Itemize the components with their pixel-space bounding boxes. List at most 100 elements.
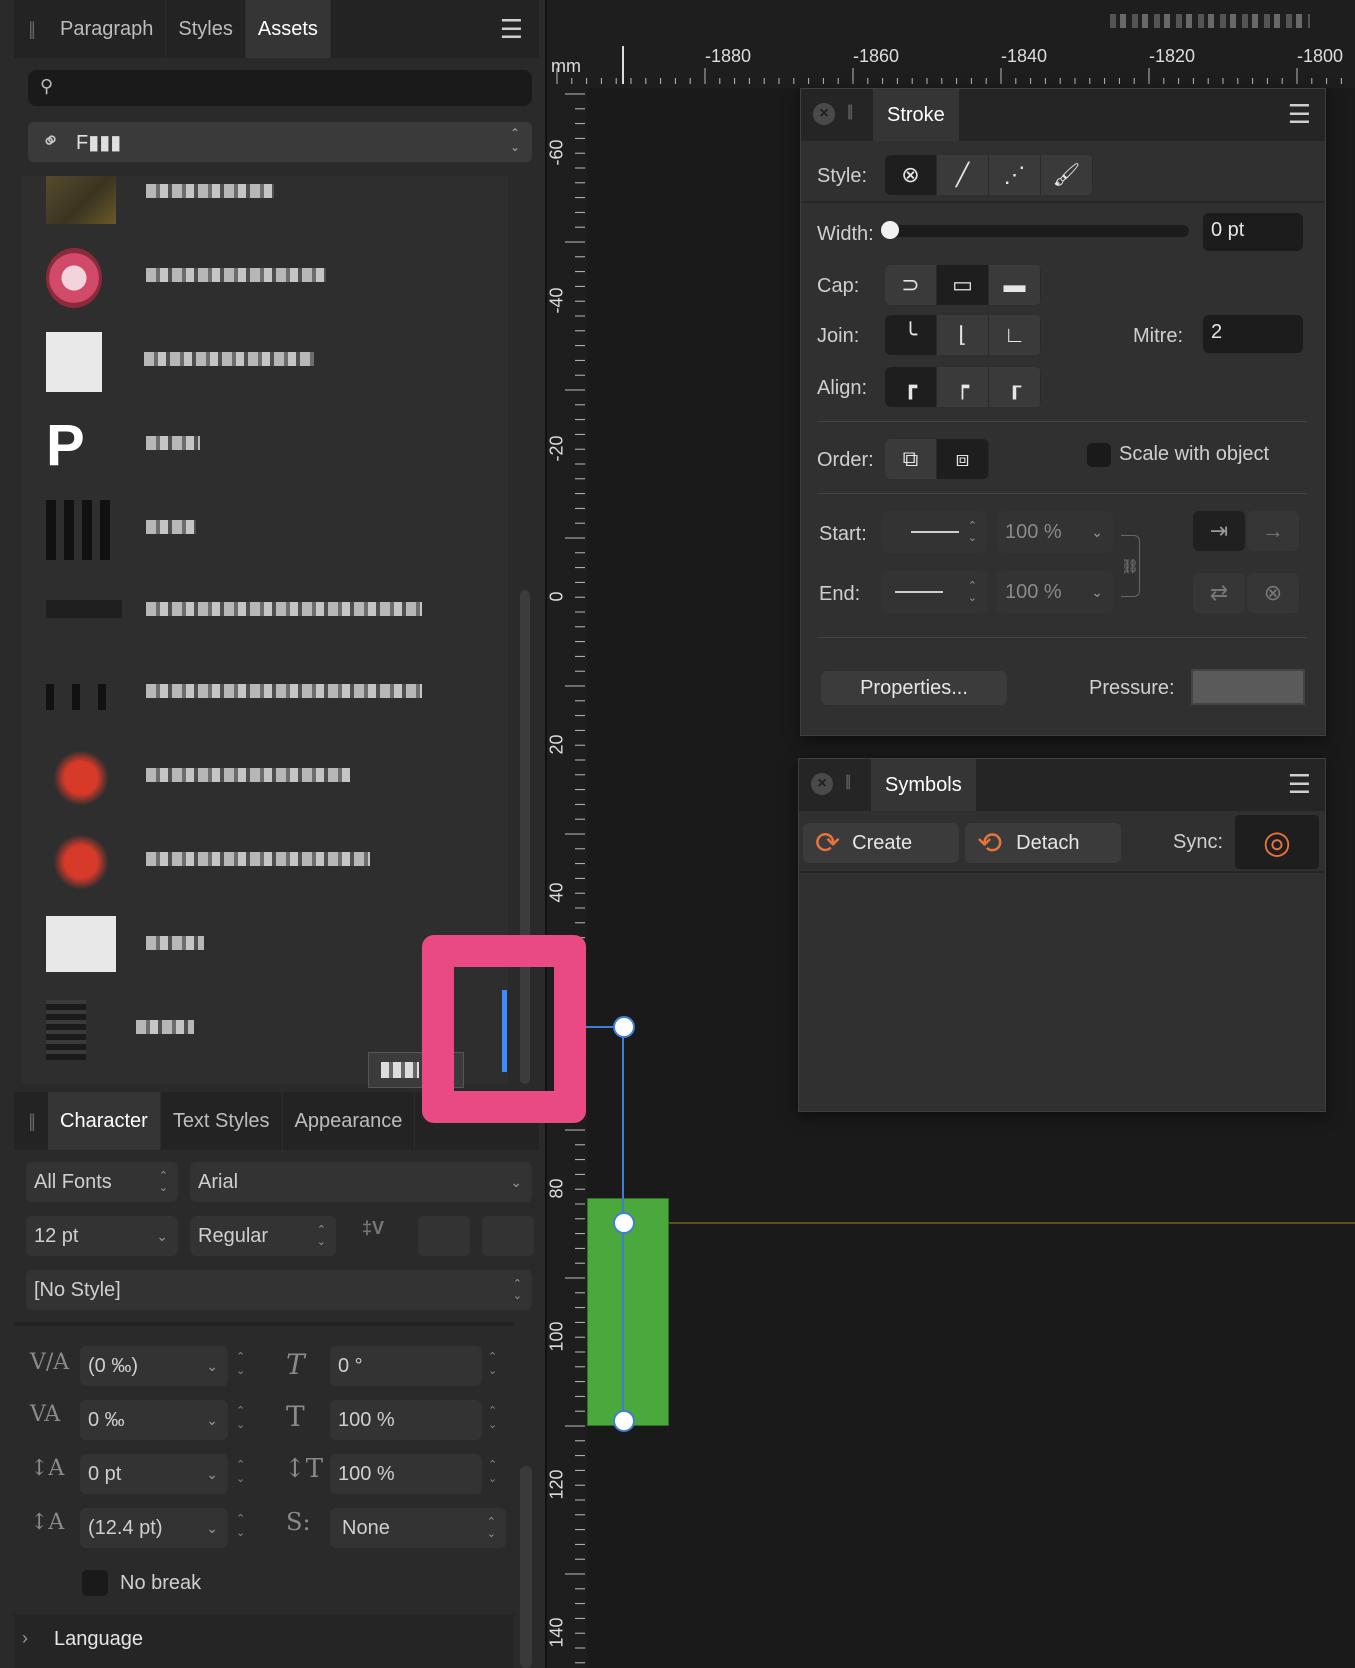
stroke-behind-icon[interactable]: ⧉ — [885, 439, 937, 479]
start-scale-value: 100 % — [1005, 520, 1062, 543]
panel-menu-icon[interactable]: ☰ — [1288, 99, 1311, 130]
close-icon[interactable]: × — [813, 103, 835, 125]
butt-cap-icon[interactable]: ▭ — [937, 265, 989, 305]
horizontal-scale-icon: ↕T — [284, 1454, 324, 1484]
properties-button[interactable]: Properties... — [821, 671, 1007, 705]
tab-appearance[interactable]: Appearance — [283, 1092, 416, 1150]
panel-grip-icon[interactable]: || — [845, 773, 851, 791]
swap-arrowheads-icon[interactable]: ⇄ — [1193, 573, 1245, 613]
stroke-front-icon[interactable]: ⧈ — [937, 439, 989, 479]
panel-grip-icon[interactable]: || — [847, 103, 853, 121]
path-node-handle[interactable] — [613, 1410, 635, 1432]
width-field[interactable]: 0 pt — [1203, 213, 1303, 251]
panel-menu-icon[interactable]: ☰ — [1288, 769, 1311, 800]
no-break-label: No break — [120, 1572, 202, 1594]
scale-with-object-checkbox[interactable] — [1087, 443, 1111, 467]
kerning-field[interactable]: (0 ‰) ⌄ — [80, 1346, 228, 1386]
stepper-icon[interactable]: ⌃ ⌄ — [488, 1458, 497, 1486]
ruler-tick-label: -1840 — [1001, 46, 1048, 66]
asset-thumbnail — [46, 748, 116, 808]
tab-paragraph[interactable]: Paragraph — [48, 0, 167, 58]
text-style-select[interactable]: None ⌃ ⌄ — [330, 1508, 506, 1548]
tracking-field[interactable]: 0 ‰ ⌄ — [80, 1400, 228, 1440]
stepper-icon: ⌃ ⌄ — [158, 1170, 168, 1194]
language-section-header[interactable]: › Language — [14, 1614, 514, 1668]
font-size-field[interactable]: 12 pt ⌄ — [26, 1216, 178, 1256]
symbols-panel-tabbar: × || Symbols ☰ — [799, 759, 1325, 811]
brush-icon[interactable]: 🖌 — [1041, 155, 1093, 195]
solid-line-icon[interactable]: ╱ — [937, 155, 989, 195]
mitre-join-icon[interactable]: ∟ — [989, 315, 1041, 355]
end-arrowhead-select[interactable]: ⌃ ⌄ — [881, 571, 987, 613]
stepper-icon[interactable]: ⌃ ⌄ — [236, 1404, 245, 1432]
panel-grip-icon[interactable]: || — [14, 1092, 48, 1150]
kerning-value: (0 ‰) — [88, 1354, 138, 1377]
optical-kerning-icon[interactable]: ‡V — [362, 1218, 396, 1254]
tab-symbols[interactable]: Symbols — [871, 759, 976, 811]
path-node-handle[interactable] — [613, 1016, 635, 1038]
tab-stroke[interactable]: Stroke — [873, 89, 959, 141]
link-scale-icon[interactable]: ⛓ — [1121, 535, 1140, 597]
horizontal-scale-field[interactable]: 100 % — [330, 1454, 482, 1494]
asset-thumbnail — [46, 248, 102, 308]
clear-arrowheads-icon[interactable]: ⊗ — [1247, 573, 1299, 613]
dashed-line-icon[interactable]: ⋰ — [989, 155, 1041, 195]
font-weight-select[interactable]: Regular ⌃ ⌄ — [190, 1216, 336, 1256]
arrow-past-end-icon[interactable]: → — [1247, 511, 1299, 551]
character-style-select[interactable]: [No Style] ⌃ ⌄ — [26, 1270, 532, 1310]
detach-symbol-button[interactable]: ⟲ Detach — [965, 823, 1121, 863]
character-panel-scrollbar[interactable] — [520, 1466, 532, 1668]
width-slider-handle[interactable] — [881, 221, 899, 239]
mitre-field[interactable]: 2 — [1203, 315, 1303, 353]
underline-button[interactable] — [418, 1216, 470, 1256]
path-node-handle[interactable] — [613, 1212, 635, 1234]
panel-menu-icon[interactable]: ☰ — [500, 0, 523, 58]
ruler-tick-label: -40 — [546, 287, 567, 314]
stroke-panel: × || Stroke ☰ Style: ⊗ ╱ ⋰ 🖌 Width: 0 pt… — [800, 88, 1326, 736]
ruler-tick-label: 40 — [546, 882, 567, 903]
round-cap-icon[interactable]: ⊃ — [885, 265, 937, 305]
stroke-panel-tabbar: × || Stroke ☰ — [801, 89, 1325, 141]
stepper-icon[interactable]: ⌃ ⌄ — [236, 1350, 245, 1378]
end-scale-field[interactable]: 100 % ⌄ — [997, 571, 1113, 613]
arrow-to-end-icon[interactable]: ⇥ — [1193, 511, 1245, 551]
stepper-icon[interactable]: ⌃ ⌄ — [236, 1512, 245, 1540]
strikethrough-button[interactable] — [482, 1216, 534, 1256]
round-join-icon[interactable]: ╰ — [885, 315, 937, 355]
stepper-icon[interactable]: ⌃ ⌄ — [488, 1404, 497, 1432]
font-family-select[interactable]: Arial ⌄ — [190, 1162, 532, 1202]
shear-field[interactable]: 0 ° — [330, 1346, 482, 1386]
close-icon[interactable]: × — [811, 773, 833, 795]
baseline-field[interactable]: 0 pt ⌄ — [80, 1454, 228, 1494]
tab-text-styles[interactable]: Text Styles — [161, 1092, 283, 1150]
panel-grip-icon[interactable]: || — [14, 0, 48, 58]
start-arrowhead-select[interactable]: ⌃ ⌄ — [881, 511, 987, 553]
asset-category-select[interactable]: ⚭ F▮▮▮ ⌃ ⌄ — [28, 122, 532, 162]
stepper-icon[interactable]: ⌃ ⌄ — [488, 1350, 497, 1378]
align-center-icon[interactable]: ┏ — [885, 367, 937, 407]
pressure-preview[interactable] — [1191, 669, 1305, 705]
square-cap-icon[interactable]: ▬ — [989, 265, 1041, 305]
sync-toggle-icon[interactable]: ◎ — [1235, 815, 1319, 869]
align-outside-icon[interactable]: ┎ — [989, 367, 1041, 407]
width-slider[interactable] — [889, 225, 1189, 237]
tracking-value: 0 ‰ — [88, 1408, 125, 1431]
tab-character[interactable]: Character — [48, 1092, 161, 1150]
start-scale-field[interactable]: 100 % ⌄ — [997, 511, 1113, 553]
kerning-icon: V/A — [30, 1350, 70, 1375]
create-symbol-button[interactable]: ⟳ Create — [803, 823, 959, 863]
font-collection-select[interactable]: All Fonts ⌃ ⌄ — [26, 1162, 178, 1202]
leading-field[interactable]: (12.4 pt) ⌄ — [80, 1508, 228, 1548]
assets-search-input[interactable]: ⚲ — [28, 70, 532, 106]
no-stroke-icon[interactable]: ⊗ — [885, 155, 937, 195]
bevel-join-icon[interactable]: ⌊ — [937, 315, 989, 355]
tab-styles[interactable]: Styles — [166, 0, 246, 58]
window-title — [1110, 14, 1310, 28]
tab-assets[interactable]: Assets — [245, 0, 331, 58]
vertical-scale-field[interactable]: 100 % — [330, 1400, 482, 1440]
no-break-checkbox[interactable] — [82, 1570, 108, 1596]
stepper-icon: ⌃ ⌄ — [316, 1224, 326, 1248]
align-inside-icon[interactable]: ┍ — [937, 367, 989, 407]
stepper-icon[interactable]: ⌃ ⌄ — [236, 1458, 245, 1486]
stepper-icon: ⌃ ⌄ — [486, 1516, 496, 1540]
